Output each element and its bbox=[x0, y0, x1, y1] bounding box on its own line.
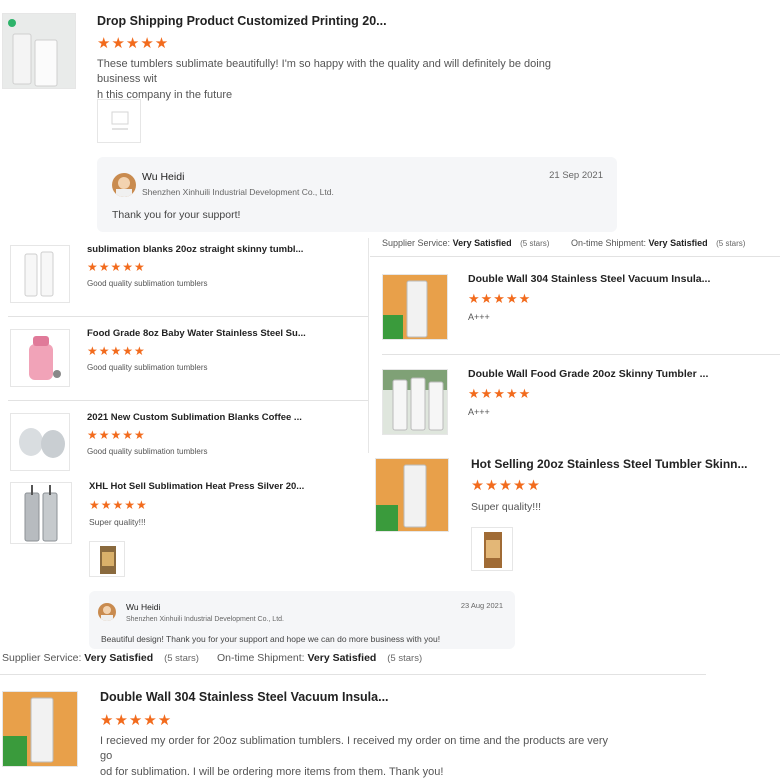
tumbler-image-icon bbox=[24, 251, 54, 297]
review-text: A+++ bbox=[468, 407, 490, 417]
reply-company: Shenzhen Xinhuili Industrial Development… bbox=[142, 187, 334, 197]
product-thumbnail[interactable] bbox=[382, 369, 448, 435]
review-product-title[interactable]: Double Wall 304 Stainless Steel Vacuum I… bbox=[468, 273, 710, 285]
avatar bbox=[98, 603, 116, 621]
rating-stars: ★★★★★ bbox=[471, 478, 541, 494]
review-text: These tumblers sublimate beautifully! I'… bbox=[97, 58, 551, 101]
rating-stars: ★★★★★ bbox=[97, 35, 170, 52]
review-text: Super quality!!! bbox=[471, 501, 542, 513]
product-thumbnail[interactable] bbox=[382, 274, 448, 340]
rating-stars: ★★★★★ bbox=[87, 344, 146, 358]
review-product-title[interactable]: sublimation blanks 20oz straight skinny … bbox=[87, 244, 303, 255]
reply-company: Shenzhen Xinhuili Industrial Development… bbox=[126, 616, 284, 623]
shipment-rating: On-time Shipment: Very Satisfied (5 star… bbox=[571, 238, 746, 248]
tumbler-image-icon bbox=[8, 19, 58, 87]
reply-author: Wu Heidi bbox=[142, 171, 185, 183]
product-thumbnail[interactable] bbox=[2, 13, 76, 89]
review-text: Good quality sublimation tumblers bbox=[87, 447, 208, 456]
tumbler-image-icon bbox=[3, 697, 54, 766]
review-photo[interactable] bbox=[471, 527, 513, 571]
shipment-rating: On-time Shipment: Very Satisfied (5 star… bbox=[217, 652, 423, 664]
rating-stars: ★★★★★ bbox=[87, 428, 146, 442]
review-text: A+++ bbox=[468, 312, 490, 322]
divider bbox=[382, 354, 780, 355]
baby-bottle-image-icon bbox=[29, 336, 61, 380]
product-thumbnail[interactable] bbox=[2, 691, 78, 767]
column-divider bbox=[368, 238, 369, 453]
rating-stars: ★★★★★ bbox=[89, 498, 148, 512]
review-text: Good quality sublimation tumblers bbox=[87, 363, 208, 372]
tumbler-image-icon bbox=[383, 280, 428, 339]
product-thumbnail[interactable] bbox=[10, 482, 72, 544]
supplier-service-rating: Supplier Service: Very Satisfied (5 star… bbox=[382, 238, 550, 248]
divider bbox=[0, 674, 706, 675]
review-product-title[interactable]: XHL Hot Sell Sublimation Heat Press Silv… bbox=[89, 481, 304, 492]
tumbler-photo-icon bbox=[100, 546, 116, 574]
supplier-reply: Wu Heidi Shenzhen Xinhuili Industrial De… bbox=[97, 157, 617, 232]
divider bbox=[370, 256, 780, 257]
supplier-service-rating: Supplier Service: Very Satisfied (5 star… bbox=[2, 652, 199, 664]
review-photo-placeholder[interactable] bbox=[97, 99, 141, 143]
review-text: I recieved my order for 20oz sublimation… bbox=[100, 735, 609, 778]
tumbler-image-icon bbox=[383, 370, 447, 431]
product-thumbnail[interactable] bbox=[10, 245, 70, 303]
reply-date: 21 Sep 2021 bbox=[549, 170, 603, 181]
rating-stars: ★★★★★ bbox=[87, 260, 146, 274]
review-text: Good quality sublimation tumblers bbox=[87, 279, 208, 288]
tumbler-photo-icon bbox=[484, 532, 502, 568]
review-product-title[interactable]: Double Wall 304 Stainless Steel Vacuum I… bbox=[100, 690, 389, 704]
review-product-title[interactable]: 2021 New Custom Sublimation Blanks Coffe… bbox=[87, 412, 302, 423]
divider bbox=[8, 400, 368, 401]
product-thumbnail[interactable] bbox=[10, 413, 70, 471]
reply-date: 23 Aug 2021 bbox=[460, 601, 503, 610]
divider bbox=[8, 316, 368, 317]
product-thumbnail[interactable] bbox=[10, 329, 70, 387]
rating-stars: ★★★★★ bbox=[100, 712, 173, 729]
product-thumbnail[interactable] bbox=[375, 458, 449, 532]
rating-stars: ★★★★★ bbox=[468, 291, 532, 306]
coffee-mug-image-icon bbox=[19, 428, 65, 458]
review-product-title[interactable]: Drop Shipping Product Customized Printin… bbox=[97, 14, 387, 28]
reply-author: Wu Heidi bbox=[126, 602, 161, 612]
tumbler-image-icon bbox=[376, 464, 427, 531]
review-product-title[interactable]: Hot Selling 20oz Stainless Steel Tumbler… bbox=[471, 457, 748, 471]
review-product-title[interactable]: Food Grade 8oz Baby Water Stainless Stee… bbox=[87, 328, 306, 339]
no-photo-icon bbox=[111, 111, 129, 130]
review-text: Super quality!!! bbox=[89, 517, 146, 527]
avatar bbox=[112, 173, 136, 197]
review-product-title[interactable]: Double Wall Food Grade 20oz Skinny Tumbl… bbox=[468, 368, 708, 380]
tumbler-image-icon bbox=[24, 485, 58, 542]
review-photo[interactable] bbox=[89, 541, 125, 577]
reply-message: Beautiful design! Thank you for your sup… bbox=[101, 634, 441, 644]
reply-message: Thank you for your support! bbox=[112, 209, 241, 221]
supplier-reply: Wu Heidi Shenzhen Xinhuili Industrial De… bbox=[89, 591, 515, 649]
rating-stars: ★★★★★ bbox=[468, 386, 532, 401]
